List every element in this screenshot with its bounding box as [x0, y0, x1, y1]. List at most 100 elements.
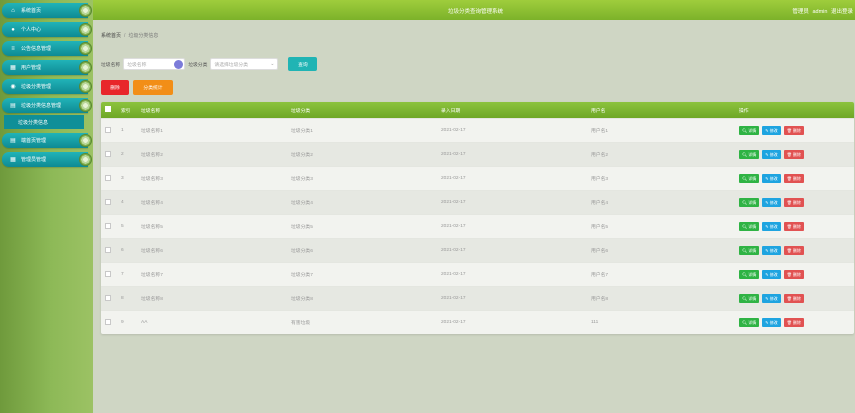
cell-name: 垃圾名称7	[141, 273, 163, 278]
sidebar-item-home[interactable]: ⌂ 系统首页	[2, 3, 92, 18]
sidebar-item-profile[interactable]: ● 个人中心	[2, 22, 92, 37]
edit-button[interactable]: ✎ 修改	[762, 246, 781, 255]
row-checkbox[interactable]	[105, 246, 111, 253]
cell-date: 2021-02-17	[441, 272, 466, 277]
view-button[interactable]: 🔍︎ 详情	[739, 294, 760, 303]
row-delete-button[interactable]: 🗑︎ 删除	[783, 222, 804, 231]
header-checkbox-cell	[101, 106, 118, 114]
view-button[interactable]: 🔍︎ 详情	[739, 270, 760, 279]
sidebar-item-info-mgmt[interactable]: ▤ 垃圾分类信息管理	[2, 98, 92, 113]
header-user: 用户名	[591, 108, 606, 114]
row-delete-button[interactable]: 🗑︎ 删除	[783, 270, 804, 279]
row-checkbox[interactable]	[105, 150, 111, 157]
logout-link[interactable]: 退出登录	[831, 9, 853, 15]
edit-icon: ✎	[765, 200, 769, 205]
view-label: 详情	[748, 247, 757, 253]
delete-label: 删除	[792, 127, 801, 133]
edit-button[interactable]: ✎ 修改	[762, 174, 781, 183]
cell-index: 5	[121, 224, 124, 229]
cell-user: 用户名7	[591, 273, 609, 278]
row-delete-button[interactable]: 🗑︎ 删除	[783, 318, 804, 327]
edit-label: 修改	[769, 175, 778, 181]
sidebar-item-label: 用户管理	[21, 65, 42, 71]
row-checkbox[interactable]	[105, 318, 111, 325]
search-icon: 🔍︎	[742, 272, 748, 277]
cell-index: 8	[121, 296, 124, 301]
row-checkbox-cell	[101, 294, 118, 303]
delete-label: 删除	[792, 175, 801, 181]
view-button[interactable]: 🔍︎ 详情	[739, 126, 760, 135]
row-delete-button[interactable]: 🗑︎ 删除	[783, 198, 804, 207]
select-all-checkbox[interactable]	[105, 106, 111, 112]
sidebar-item-category[interactable]: ◉ 垃圾分类管理	[2, 79, 92, 94]
row-checkbox[interactable]	[105, 294, 111, 301]
view-button[interactable]: 🔍︎ 详情	[739, 150, 760, 159]
cell-category: 垃圾分类7	[291, 273, 313, 278]
sidebar-item-notice[interactable]: ≡ 公告信息管理	[2, 41, 92, 56]
row-checkbox-cell	[101, 198, 118, 207]
row-checkbox-cell	[101, 174, 118, 183]
edit-icon: ✎	[765, 320, 769, 325]
cell-index: 9	[121, 320, 124, 325]
edit-icon: ✎	[765, 272, 769, 277]
sidebar-item-label: 垃圾分类信息管理	[21, 103, 62, 109]
row-delete-button[interactable]: 🗑︎ 删除	[783, 294, 804, 303]
trash-icon: 🗑︎	[786, 248, 792, 253]
edit-button[interactable]: ✎ 修改	[762, 198, 781, 207]
edit-button[interactable]: ✎ 修改	[762, 294, 781, 303]
view-label: 详情	[748, 127, 757, 133]
category-placeholder: 请选择垃圾分类	[214, 62, 248, 68]
view-button[interactable]: 🔍︎ 详情	[739, 318, 760, 327]
breadcrumb-root[interactable]: 系统首页	[101, 33, 121, 39]
search-icon: 🔍︎	[742, 200, 748, 205]
view-button[interactable]: 🔍︎ 详情	[739, 198, 760, 207]
row-delete-button[interactable]: 🗑︎ 删除	[783, 126, 804, 135]
input-badge-icon	[174, 59, 184, 69]
cell-category: 垃圾分类6	[291, 249, 313, 254]
edit-icon: ✎	[765, 128, 769, 133]
row-delete-button[interactable]: 🗑︎ 删除	[783, 246, 804, 255]
sidebar-item-users[interactable]: ▦ 用户管理	[2, 60, 92, 75]
sidebar-item-frontpage[interactable]: ▤ 端首页管理	[2, 133, 92, 148]
edit-button[interactable]: ✎ 修改	[762, 150, 781, 159]
cell-name: 垃圾名称1	[141, 129, 163, 134]
sidebar-subitem-info[interactable]: 垃圾分类信息	[4, 115, 84, 129]
row-checkbox[interactable]	[105, 174, 111, 181]
sidebar-item-admins[interactable]: ▦ 管理员管理	[2, 152, 92, 167]
table-row: 6 垃圾名称6 垃圾分类6 2021-02-17 用户名6 🔍︎ 详情 ✎ 修改…	[101, 238, 854, 262]
cell-name: 垃圾名称8	[141, 297, 163, 302]
row-delete-button[interactable]: 🗑︎ 删除	[783, 174, 804, 183]
edit-button[interactable]: ✎ 修改	[762, 270, 781, 279]
name-input[interactable]: 垃圾名称	[123, 58, 186, 70]
category-select[interactable]: 请选择垃圾分类 ⌄	[210, 58, 279, 70]
edit-button[interactable]: ✎ 修改	[762, 222, 781, 231]
row-checkbox[interactable]	[105, 270, 111, 277]
view-label: 详情	[748, 151, 757, 157]
edit-button[interactable]: ✎ 修改	[762, 318, 781, 327]
header-index: 索引	[121, 108, 131, 114]
row-delete-button[interactable]: 🗑︎ 删除	[783, 150, 804, 159]
cell-user: 用户名6	[591, 249, 609, 254]
cell-user: 用户名3	[591, 177, 609, 182]
row-checkbox[interactable]	[105, 222, 111, 229]
row-checkbox[interactable]	[105, 126, 111, 133]
view-button[interactable]: 🔍︎ 详情	[739, 246, 760, 255]
home-icon: ⌂	[11, 7, 15, 14]
delete-button[interactable]: 删除	[101, 80, 129, 95]
query-button[interactable]: 查询	[288, 57, 318, 71]
cell-category: 垃圾分类1	[291, 129, 313, 134]
delete-label: 删除	[792, 223, 801, 229]
view-button[interactable]: 🔍︎ 详情	[739, 174, 760, 183]
edit-icon: ✎	[765, 152, 769, 157]
table-header: 索引 垃圾名称 垃圾分类 录入日期 用户名 操作	[101, 102, 854, 118]
cell-user: 用户名1	[591, 129, 609, 134]
cell-index: 6	[121, 248, 124, 253]
breadcrumb-current: 垃圾分类信息	[128, 33, 159, 39]
view-button[interactable]: 🔍︎ 详情	[739, 222, 760, 231]
name-placeholder: 垃圾名称	[127, 62, 147, 68]
cell-date: 2021-02-17	[441, 128, 466, 133]
category-stat-button[interactable]: 分类统计	[133, 80, 173, 95]
edit-button[interactable]: ✎ 修改	[762, 126, 781, 135]
edit-label: 修改	[769, 271, 778, 277]
row-checkbox[interactable]	[105, 198, 111, 205]
